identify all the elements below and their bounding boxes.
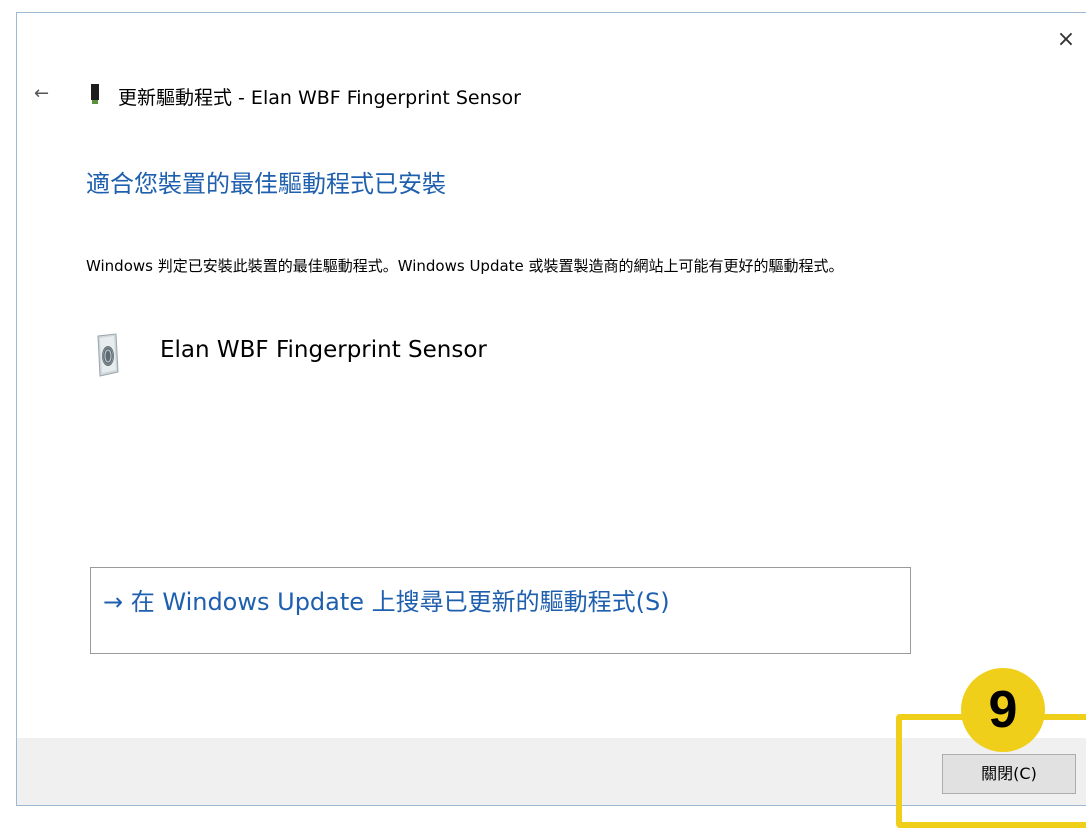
windows-update-search-link[interactable]: → 在 Windows Update 上搜尋已更新的驅動程式(S) (103, 582, 670, 617)
result-heading: 適合您裝置的最佳驅動程式已安裝 (86, 170, 446, 198)
close-button[interactable]: 關閉(C) (942, 754, 1076, 794)
fingerprint-sensor-icon (97, 333, 119, 377)
windows-update-link-box[interactable]: → 在 Windows Update 上搜尋已更新的驅動程式(S) (90, 567, 911, 654)
usb-device-icon (91, 84, 99, 104)
close-icon[interactable]: × (1054, 28, 1078, 52)
device-name: Elan WBF Fingerprint Sensor (160, 337, 487, 363)
driver-update-dialog (16, 12, 1086, 806)
back-arrow-icon[interactable]: ← (34, 84, 54, 104)
result-description: Windows 判定已安裝此裝置的最佳驅動程式。Windows Update 或… (86, 257, 844, 275)
step-number-badge: 9 (961, 668, 1045, 752)
dialog-title: 更新驅動程式 - Elan WBF Fingerprint Sensor (118, 87, 521, 109)
